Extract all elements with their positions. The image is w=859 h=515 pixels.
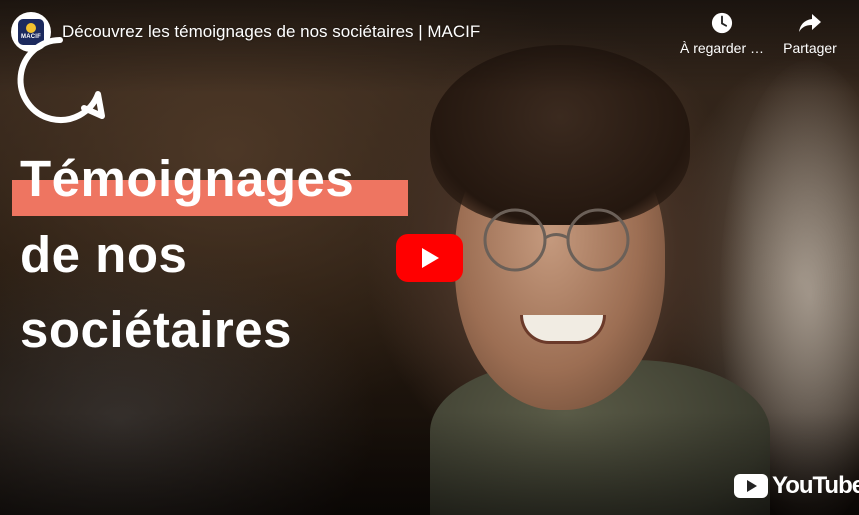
video-title[interactable]: Découvrez les témoignages de nos sociéta… — [62, 22, 480, 42]
watch-later-button[interactable]: À regarder … — [677, 12, 767, 56]
play-icon — [421, 248, 439, 268]
play-button[interactable] — [396, 234, 463, 282]
logo-sun-icon — [26, 22, 36, 33]
headline-line2: de nos — [20, 226, 188, 283]
headline-line1: Témoignages — [20, 150, 355, 207]
youtube-logo[interactable]: YouTube — [734, 472, 859, 500]
watch-later-label: À regarder … — [679, 40, 765, 56]
headline-line3: sociétaires — [20, 301, 293, 358]
speech-bubble-icon — [17, 37, 105, 123]
share-button[interactable]: Partager — [765, 12, 855, 56]
share-label: Partager — [783, 40, 837, 56]
share-arrow-icon — [799, 14, 821, 32]
video-player[interactable]: MACIF Découvrez les témoignages de nos s… — [0, 0, 859, 515]
youtube-wordmark: YouTube — [772, 472, 859, 499]
clock-icon — [711, 12, 733, 34]
youtube-logo-icon — [734, 474, 768, 498]
